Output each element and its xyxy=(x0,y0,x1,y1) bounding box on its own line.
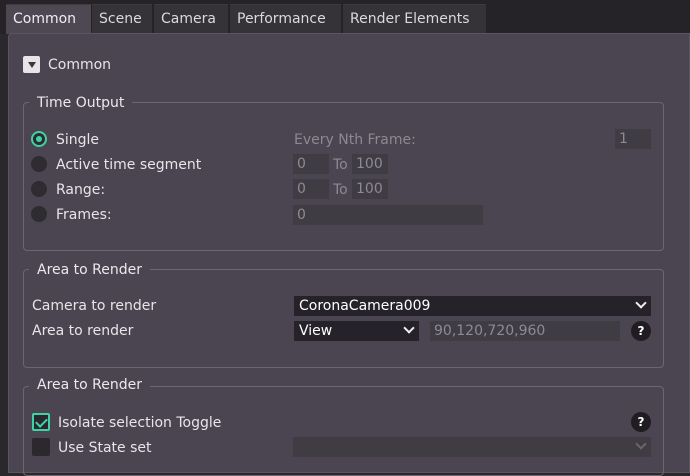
chevron-down-icon xyxy=(635,438,647,450)
tab-performance[interactable]: Performance xyxy=(230,4,341,34)
use-state-set-checkbox[interactable] xyxy=(32,438,50,456)
tab-scene[interactable]: Scene xyxy=(92,4,152,34)
radio-range-label: Range: xyxy=(56,182,106,198)
area-to-render-title: Area to Render xyxy=(29,261,151,279)
isolate-selection-group-title: Area to Render xyxy=(29,376,151,394)
radio-active-time-segment[interactable] xyxy=(31,156,47,172)
region-coordinates-input[interactable]: 90,120,720,960 xyxy=(430,321,620,341)
rollout-title: Common xyxy=(48,57,112,73)
chevron-down-icon xyxy=(403,322,415,334)
isolate-selection-help-icon[interactable]: ? xyxy=(631,412,651,432)
isolate-selection-checkbox[interactable] xyxy=(32,413,50,431)
radio-active-time-segment-label: Active time segment xyxy=(56,157,202,173)
every-nth-frame-input[interactable]: 1 xyxy=(615,129,651,149)
every-nth-frame-label: Every Nth Frame: xyxy=(294,132,416,148)
radio-single[interactable] xyxy=(31,131,47,147)
camera-to-render-label: Camera to render xyxy=(32,298,157,314)
isolate-selection-label: Isolate selection Toggle xyxy=(58,415,222,431)
time-output-group xyxy=(23,102,664,251)
area-to-render-group xyxy=(23,269,664,368)
range-from-input[interactable]: 0 xyxy=(293,179,329,199)
state-set-dropdown[interactable] xyxy=(293,437,651,457)
use-state-set-label: Use State set xyxy=(58,440,152,456)
active-segment-to-input[interactable]: 100 xyxy=(352,154,388,174)
range-to-label: To xyxy=(333,182,348,198)
tab-render-elements[interactable]: Render Elements xyxy=(343,4,486,34)
frames-input[interactable]: 0 xyxy=(293,205,483,225)
radio-frames[interactable] xyxy=(31,206,47,222)
camera-to-render-dropdown[interactable]: CoronaCamera009 xyxy=(294,296,651,316)
area-to-render-dropdown[interactable]: View xyxy=(294,321,419,341)
radio-range[interactable] xyxy=(31,181,47,197)
triangle-down-icon xyxy=(27,61,36,68)
area-to-render-help-icon[interactable]: ? xyxy=(631,321,651,341)
radio-single-label: Single xyxy=(56,132,100,148)
chevron-down-icon xyxy=(635,297,647,309)
tab-camera[interactable]: Camera xyxy=(154,4,228,34)
active-segment-from-input[interactable]: 0 xyxy=(293,154,329,174)
area-to-render-value: View xyxy=(299,323,333,339)
time-output-title: Time Output xyxy=(29,94,133,112)
range-to-input[interactable]: 100 xyxy=(352,179,388,199)
rollout-collapse-toggle[interactable] xyxy=(23,56,40,73)
camera-to-render-value: CoronaCamera009 xyxy=(299,298,431,314)
radio-frames-label: Frames: xyxy=(56,207,112,223)
active-segment-to-label: To xyxy=(333,157,348,173)
tab-bar: Common Scene Camera Performance Render E… xyxy=(0,0,690,34)
area-to-render-label: Area to render xyxy=(32,323,134,339)
tab-common[interactable]: Common xyxy=(6,4,91,34)
